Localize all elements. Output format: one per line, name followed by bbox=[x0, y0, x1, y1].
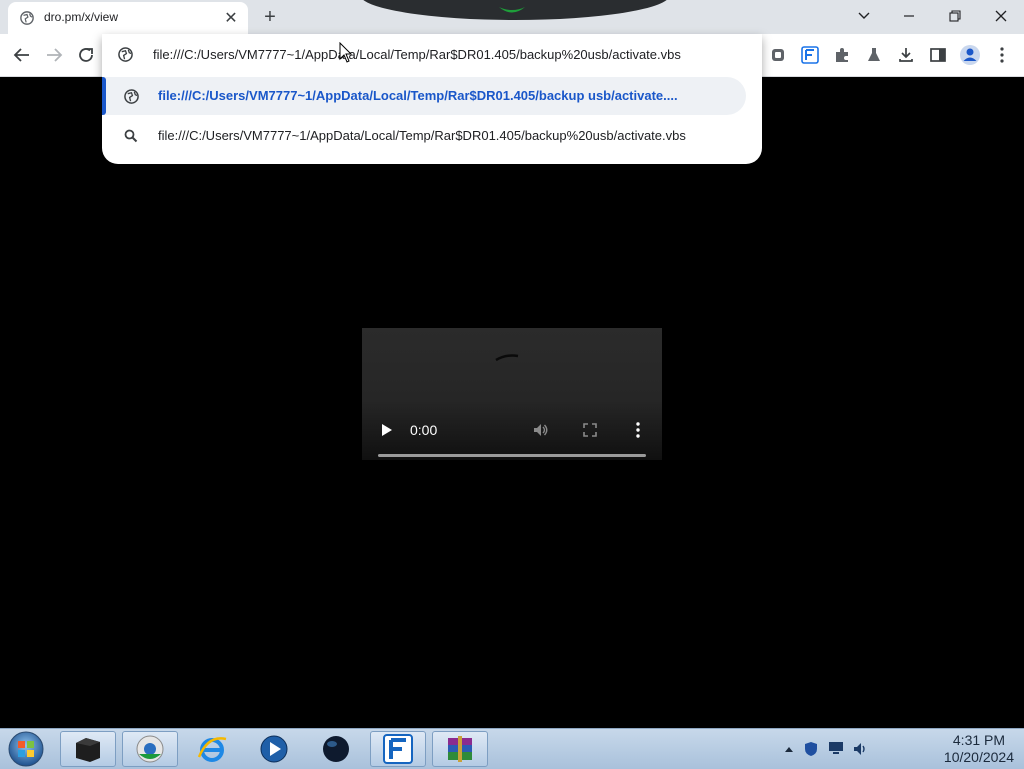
puzzle-icon bbox=[836, 48, 848, 62]
close-window-button[interactable] bbox=[981, 4, 1021, 28]
taskbar: 4:31 PM 10/20/2024 bbox=[0, 728, 1024, 769]
taskbar-item-media-player[interactable] bbox=[246, 731, 302, 767]
video-progress-bar[interactable] bbox=[378, 454, 646, 457]
back-button[interactable] bbox=[8, 41, 36, 69]
taskbar-item-app-sphere[interactable] bbox=[308, 731, 364, 767]
forward-button[interactable] bbox=[40, 41, 68, 69]
new-tab-button[interactable]: + bbox=[258, 6, 282, 28]
winrar-icon bbox=[448, 736, 472, 762]
side-panel-button[interactable] bbox=[926, 43, 950, 67]
tab-strip: dro.pm/x/view ✕ + bbox=[0, 0, 1024, 34]
reload-icon bbox=[79, 48, 93, 62]
taskbar-item-terminal[interactable] bbox=[60, 731, 116, 767]
side-panel-icon bbox=[930, 48, 946, 62]
taskbar-item-f-app[interactable] bbox=[370, 731, 426, 767]
more-vert-icon[interactable] bbox=[634, 421, 642, 439]
extension-button-2[interactable] bbox=[798, 43, 822, 67]
downloads-button[interactable] bbox=[894, 43, 918, 67]
mouse-cursor-icon bbox=[339, 42, 353, 63]
play-icon[interactable] bbox=[380, 422, 394, 438]
clock-time: 4:31 PM bbox=[952, 732, 1006, 748]
video-player[interactable]: 0:00 bbox=[362, 328, 662, 460]
forward-arrow-icon bbox=[47, 48, 63, 62]
browser-tab[interactable]: dro.pm/x/view ✕ bbox=[8, 2, 248, 34]
reload-button[interactable] bbox=[72, 41, 100, 69]
tab-title: dro.pm/x/view bbox=[44, 10, 119, 24]
download-icon bbox=[899, 48, 913, 62]
suggestion-text: file:///C:/Users/VM7777~1/AppData/Local/… bbox=[158, 88, 678, 103]
labs-button[interactable] bbox=[862, 43, 886, 67]
address-input-text[interactable]: file:///C:/Users/VM7777~1/AppData/Local/… bbox=[153, 47, 681, 62]
start-button[interactable] bbox=[6, 730, 46, 768]
logo-icon bbox=[499, 7, 525, 13]
system-tray: 4:31 PM 10/20/2024 bbox=[784, 729, 1024, 769]
taskbar-item-winrar[interactable] bbox=[432, 731, 488, 767]
volume-icon[interactable] bbox=[532, 421, 550, 439]
globe-icon bbox=[118, 47, 133, 62]
restore-button[interactable] bbox=[935, 4, 975, 28]
tab-close-icon[interactable]: ✕ bbox=[222, 9, 240, 27]
avatar-icon bbox=[960, 45, 980, 65]
volume-icon[interactable] bbox=[852, 741, 868, 757]
video-time: 0:00 bbox=[410, 422, 438, 438]
terminal-box-icon bbox=[76, 738, 100, 762]
omnibox-dropdown: file:///C:/Users/VM7777~1/AppData/Local/… bbox=[102, 34, 762, 164]
selection-indicator bbox=[102, 77, 106, 115]
shield-icon[interactable] bbox=[804, 741, 818, 757]
taskbar-clock[interactable]: 4:31 PM 10/20/2024 bbox=[944, 732, 1014, 766]
suggestion-text: file:///C:/Users/VM7777~1/AppData/Local/… bbox=[158, 128, 686, 143]
f-logo-icon bbox=[383, 734, 413, 764]
flask-icon bbox=[868, 48, 880, 61]
loading-spinner-icon bbox=[495, 354, 519, 362]
omnibox-suggestion-search[interactable]: file:///C:/Users/VM7777~1/AppData/Local/… bbox=[102, 117, 746, 155]
camera-notch bbox=[360, 0, 670, 20]
network-icon[interactable] bbox=[828, 741, 844, 755]
omnibox-suggestion-url[interactable]: file:///C:/Users/VM7777~1/AppData/Local/… bbox=[102, 77, 746, 115]
internet-explorer-icon bbox=[197, 737, 227, 762]
more-vert-icon bbox=[1000, 47, 1004, 63]
extensions-button[interactable] bbox=[830, 43, 854, 67]
fullscreen-icon[interactable] bbox=[582, 422, 598, 438]
globe-icon bbox=[20, 11, 34, 25]
show-hidden-icons-arrow-icon[interactable] bbox=[784, 745, 794, 753]
menu-button[interactable] bbox=[990, 43, 1014, 67]
dark-sphere-icon bbox=[323, 736, 349, 762]
minimize-button[interactable] bbox=[889, 4, 929, 28]
taskbar-item-chrome[interactable] bbox=[122, 731, 178, 767]
back-arrow-icon bbox=[13, 48, 29, 62]
f-logo-extension-icon bbox=[801, 46, 819, 64]
media-player-icon bbox=[260, 735, 288, 763]
address-bar[interactable]: file:///C:/Users/VM7777~1/AppData/Local/… bbox=[102, 34, 762, 74]
profile-button[interactable] bbox=[958, 43, 982, 67]
taskbar-item-internet-explorer[interactable] bbox=[184, 731, 240, 767]
tab-search-chevron-icon[interactable] bbox=[844, 4, 884, 28]
extension-button-1[interactable] bbox=[766, 43, 790, 67]
search-icon bbox=[124, 129, 138, 143]
globe-icon bbox=[124, 89, 139, 104]
extension-square-icon bbox=[772, 49, 784, 61]
browser-globe-icon bbox=[136, 735, 164, 763]
clock-date: 10/20/2024 bbox=[943, 749, 1014, 765]
